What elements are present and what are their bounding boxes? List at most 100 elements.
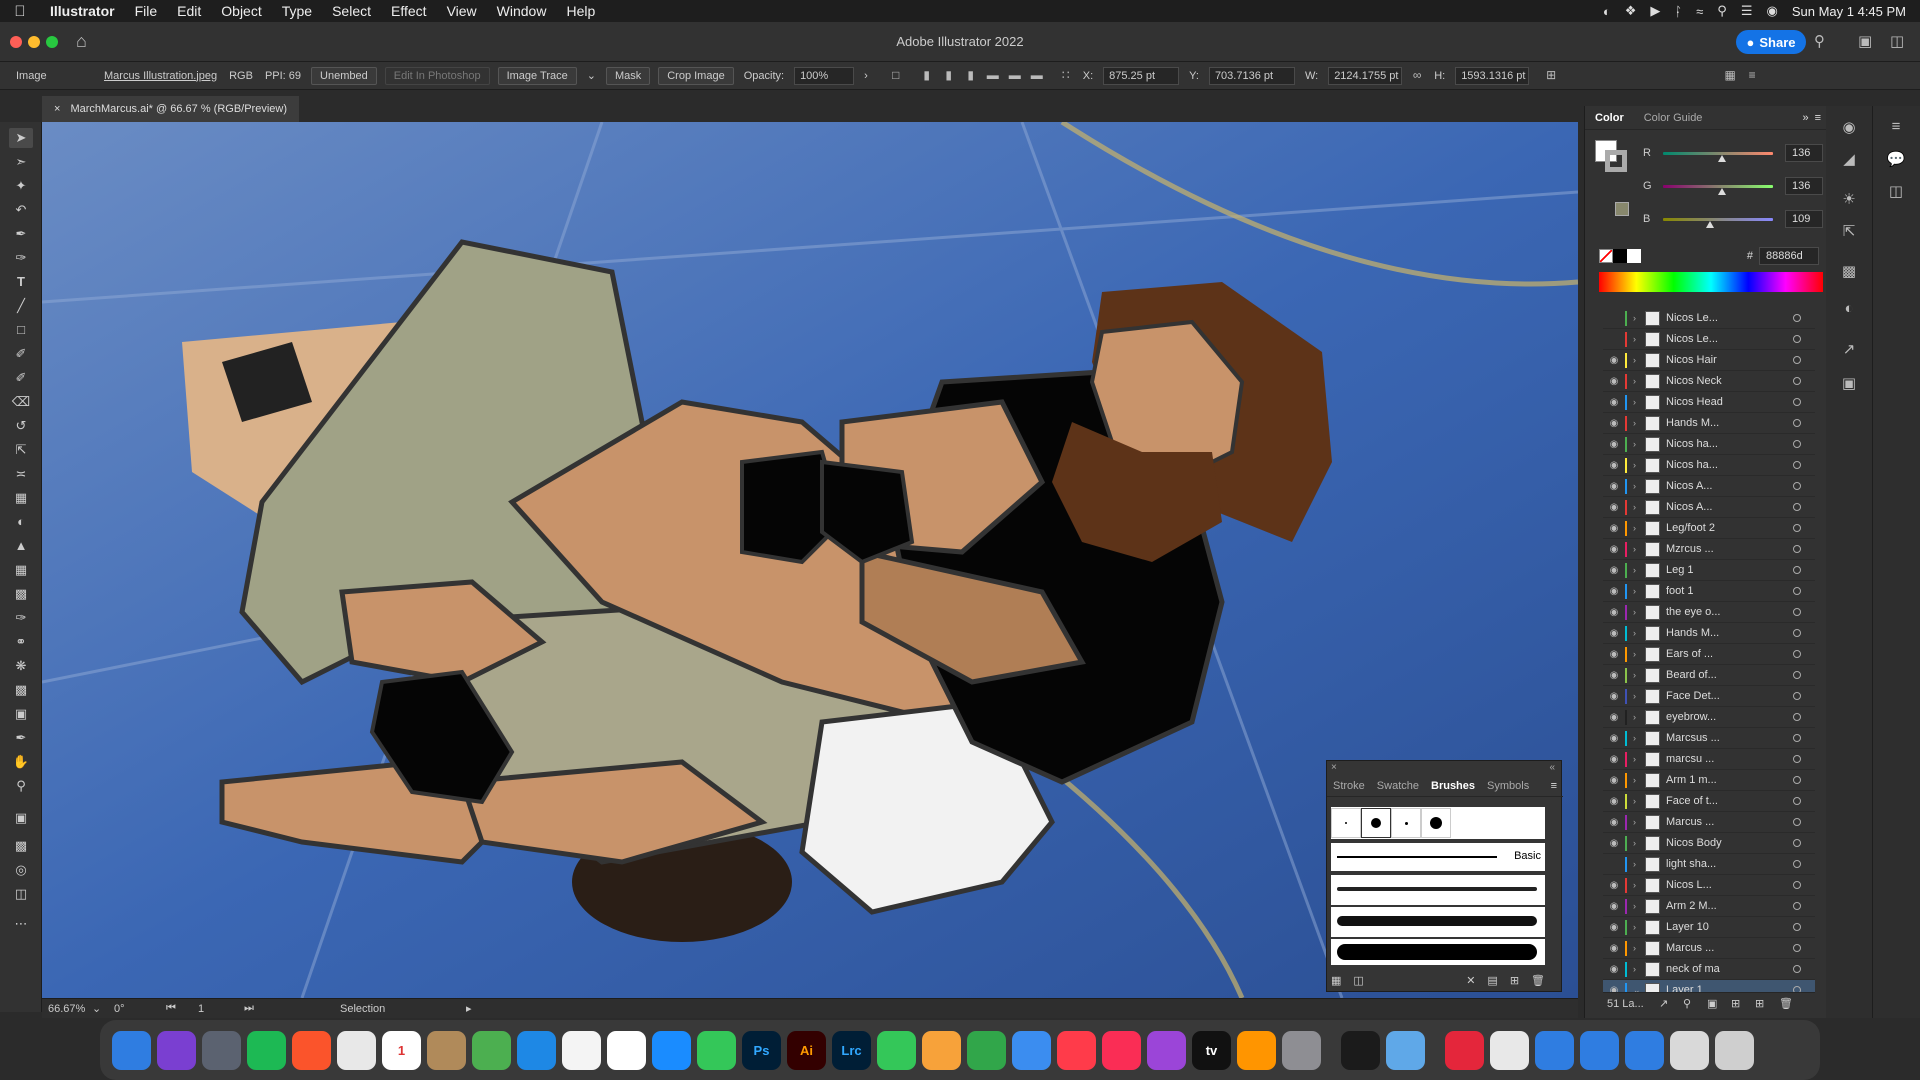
chevron-right-icon[interactable]: › — [1633, 670, 1645, 680]
podcasts-icon[interactable] — [1147, 1030, 1186, 1070]
layer-name[interactable]: Nicos Le... — [1666, 312, 1756, 324]
rotation-value[interactable]: 0° — [108, 1003, 166, 1015]
chevron-right-icon[interactable]: › — [1633, 376, 1645, 386]
collect-export-icon[interactable]: ↗ — [1659, 997, 1683, 1010]
scale-tool-icon[interactable]: ⇱ — [9, 440, 33, 460]
layer-name[interactable]: Nicos A... — [1666, 501, 1756, 513]
layer-target-icon[interactable] — [1793, 713, 1801, 721]
layer-target-icon[interactable] — [1793, 965, 1801, 973]
menu-view[interactable]: View — [437, 3, 487, 19]
layer-name[interactable]: Arm 1 m... — [1666, 774, 1756, 786]
brush-libraries-icon[interactable]: ▦ — [1331, 974, 1341, 987]
wifi-icon[interactable]: ≈ — [1696, 4, 1703, 19]
transparency-icon[interactable]: ◐ — [1838, 300, 1860, 322]
layer-row[interactable]: ◉ › Nicos L... — [1603, 875, 1815, 896]
books-icon[interactable] — [1237, 1030, 1276, 1070]
document-tab[interactable]: × MarchMarcus.ai* @ 66.67 % (RGB/Preview… — [42, 96, 299, 122]
direct-selection-tool-icon[interactable]: ➣ — [9, 152, 33, 172]
layer-target-icon[interactable] — [1793, 377, 1801, 385]
selection-tool-icon[interactable]: ➤ — [9, 128, 33, 148]
type-tool-icon[interactable]: T — [9, 272, 33, 292]
image-trace-dropdown-icon[interactable]: ⌄ — [581, 69, 602, 82]
collapse-icon[interactable]: « — [1549, 762, 1555, 773]
visibility-eye-icon[interactable]: ◉ — [1603, 985, 1625, 993]
rectangle-tool-icon[interactable]: □ — [9, 320, 33, 340]
current-color-swatch[interactable] — [1615, 202, 1629, 216]
lasso-tool-icon[interactable]: ↶ — [9, 200, 33, 220]
layer-row[interactable]: ◉ ⌄ Layer 1 — [1603, 980, 1815, 992]
appearance-icon[interactable]: ◉ — [1838, 118, 1860, 140]
symbol-sprayer-tool-icon[interactable]: ❋ — [9, 656, 33, 676]
layer-name[interactable]: Marcus ... — [1666, 942, 1756, 954]
layer-name[interactable]: Face Det... — [1666, 690, 1756, 702]
stroke-swatch[interactable] — [1605, 150, 1627, 172]
visibility-eye-icon[interactable]: ◉ — [1603, 523, 1625, 534]
window-maximize-button[interactable] — [46, 36, 58, 48]
white-swatch[interactable] — [1627, 249, 1641, 263]
color-spectrum[interactable] — [1599, 272, 1823, 292]
visibility-eye-icon[interactable]: ◉ — [1603, 670, 1625, 681]
menu-file[interactable]: File — [125, 3, 168, 19]
chevron-right-icon[interactable]: › — [1633, 565, 1645, 575]
layer-name[interactable]: Face of t... — [1666, 795, 1756, 807]
layer-name[interactable]: light sha... — [1666, 858, 1756, 870]
news-icon[interactable] — [1057, 1030, 1096, 1070]
layer-row[interactable]: ◉ › Hands M... — [1603, 623, 1815, 644]
brush-tip-large[interactable] — [1361, 808, 1391, 838]
layer-row[interactable]: ◉ › Nicos A... — [1603, 476, 1815, 497]
layer-target-icon[interactable] — [1793, 797, 1801, 805]
layer-target-icon[interactable] — [1793, 461, 1801, 469]
chevron-right-icon[interactable]: › — [1633, 481, 1645, 491]
window-close-button[interactable] — [10, 36, 22, 48]
photoshop-icon[interactable]: Ps — [742, 1030, 781, 1070]
column-graph-tool-icon[interactable]: ▩ — [9, 680, 33, 700]
align-left-icon[interactable]: ▮ — [919, 68, 935, 84]
layer-name[interactable]: Nicos Body — [1666, 837, 1756, 849]
chevron-right-icon[interactable]: › — [1633, 754, 1645, 764]
layer-target-icon[interactable] — [1793, 923, 1801, 931]
layer-row[interactable]: ◉ › Nicos A... — [1603, 497, 1815, 518]
chevron-right-icon[interactable]: › — [1633, 733, 1645, 743]
layer-name[interactable]: marcsu ... — [1666, 753, 1756, 765]
hex-input[interactable]: 88886d — [1759, 247, 1819, 265]
visibility-eye-icon[interactable]: ◉ — [1603, 922, 1625, 933]
document-icon[interactable] — [1490, 1030, 1529, 1070]
layer-target-icon[interactable] — [1793, 734, 1801, 742]
line-tool-icon[interactable]: ╱ — [9, 296, 33, 316]
black-swatch[interactable] — [1613, 249, 1627, 263]
blend-tool-icon[interactable]: ⚭ — [9, 632, 33, 652]
w-input[interactable]: 2124.1755 pt — [1328, 66, 1403, 85]
layer-row[interactable]: ◉ › Layer 10 — [1603, 917, 1815, 938]
layer-target-icon[interactable] — [1793, 608, 1801, 616]
artboard-number[interactable]: 1 — [198, 1003, 244, 1015]
artboard-tool-icon[interactable]: ▣ — [9, 704, 33, 724]
home-icon[interactable]: ⌂ — [76, 31, 87, 52]
reference-point-icon[interactable]: ∷ — [1058, 68, 1074, 84]
chevron-right-icon[interactable]: › — [1633, 313, 1645, 323]
layer-row[interactable]: ◉ › Hands M... — [1603, 413, 1815, 434]
h-input[interactable]: 1593.1316 pt — [1455, 66, 1530, 85]
chevron-right-icon[interactable]: › — [1633, 964, 1645, 974]
visibility-eye-icon[interactable]: ◉ — [1603, 943, 1625, 954]
brush-charcoal-medium[interactable] — [1331, 907, 1545, 937]
layer-target-icon[interactable] — [1793, 860, 1801, 868]
facetime-icon[interactable] — [877, 1030, 916, 1070]
visibility-eye-icon[interactable]: ◉ — [1603, 838, 1625, 849]
chevron-right-icon[interactable]: › — [1633, 334, 1645, 344]
visibility-eye-icon[interactable]: ◉ — [1603, 439, 1625, 450]
linked-file-name[interactable]: Marcus Illustration.jpeg — [98, 70, 223, 82]
chrome-icon[interactable] — [337, 1030, 376, 1070]
layer-row[interactable]: ◉ › Face Det... — [1603, 686, 1815, 707]
system-preferences-icon[interactable] — [1282, 1030, 1321, 1070]
play-icon[interactable]: ▶ — [1650, 3, 1660, 19]
visibility-eye-icon[interactable]: ◉ — [1603, 691, 1625, 702]
libraries-icon[interactable]: ◫ — [1885, 182, 1907, 204]
zoom-tool-icon[interactable]: ⚲ — [9, 776, 33, 796]
gradient-icon[interactable]: ▩ — [1838, 262, 1860, 284]
layer-row[interactable]: ◉ › foot 1 — [1603, 581, 1815, 602]
tab-color-guide[interactable]: Color Guide — [1634, 112, 1713, 124]
window-minimize-button[interactable] — [28, 36, 40, 48]
layer-row[interactable]: ◉ › Beard of... — [1603, 665, 1815, 686]
layer-name[interactable]: Nicos ha... — [1666, 438, 1756, 450]
layer-target-icon[interactable] — [1793, 440, 1801, 448]
